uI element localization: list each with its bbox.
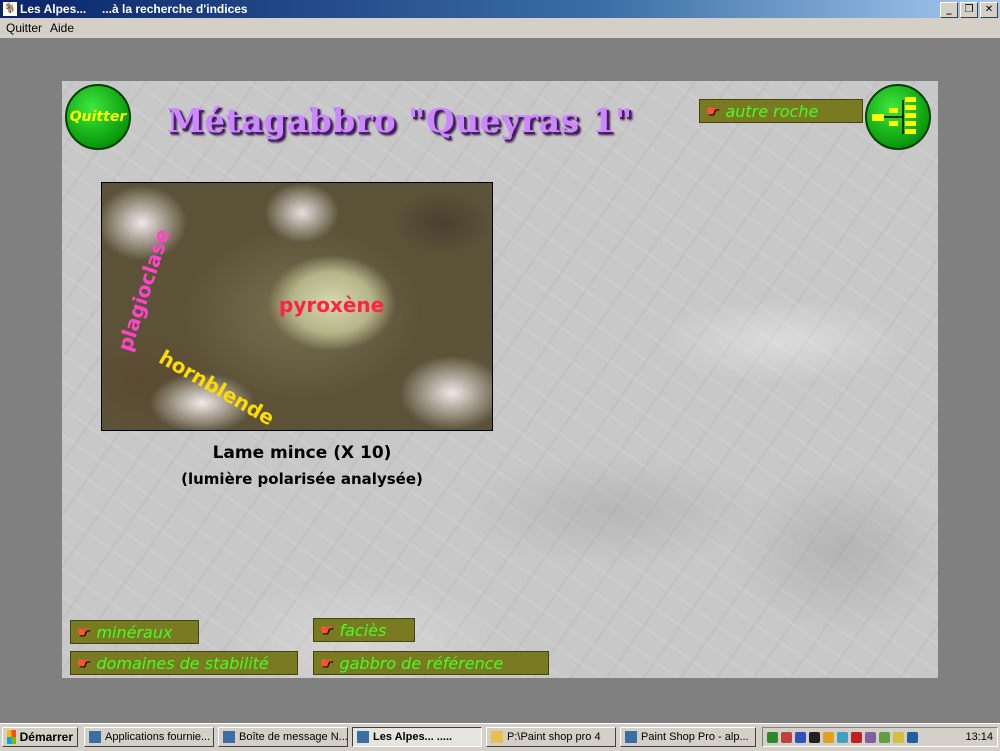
app-icon: 🐐: [3, 2, 17, 16]
tray-icon[interactable]: [809, 731, 820, 743]
clock: 13:14: [965, 731, 993, 743]
start-button[interactable]: Démarrer: [2, 727, 78, 747]
pointing-hand-icon: ☛: [706, 102, 720, 120]
taskbar-item[interactable]: Boîte de message N...: [218, 727, 348, 747]
taskbar-item-label: Boîte de message N...: [239, 731, 348, 743]
taskbar-item-label: Applications fournie...: [105, 731, 211, 743]
reference-gabbro-label: gabbro de référence: [339, 653, 504, 673]
minerals-button[interactable]: ☛ minéraux: [70, 620, 199, 644]
tray-icon[interactable]: [879, 731, 890, 743]
page-title: Métagabbro "Queyras 1": [167, 101, 633, 140]
taskbar: Démarrer Applications fournie... Boîte d…: [0, 723, 1000, 751]
tray-icon[interactable]: [865, 731, 876, 743]
start-label: Démarrer: [19, 730, 73, 744]
menu-bar: Quitter Aide: [0, 18, 1000, 38]
window-controls: _ ❐ ✕: [940, 2, 998, 18]
quit-button[interactable]: Quitter: [65, 84, 131, 150]
tray-icon[interactable]: [837, 731, 848, 743]
window-app-name: Les Alpes...: [20, 2, 87, 16]
image-caption-title: Lame mince (X 10): [212, 443, 392, 463]
taskbar-item-label: Les Alpes... .....: [373, 731, 453, 743]
other-rock-label: autre roche: [725, 101, 819, 121]
taskbar-item-active[interactable]: Les Alpes... .....: [352, 727, 482, 747]
quit-button-label: Quitter: [69, 109, 127, 125]
stability-domains-button[interactable]: ☛ domaines de stabilité: [70, 651, 298, 675]
content-stage: Quitter Métagabbro "Queyras 1" ☛ autre r…: [62, 81, 938, 678]
window-title: ...à la recherche d'indices: [102, 2, 248, 16]
other-rock-button[interactable]: ☛ autre roche: [699, 99, 863, 123]
close-button[interactable]: ✕: [980, 2, 998, 18]
rock-tree-icon: [872, 97, 916, 134]
tray-icon[interactable]: [907, 731, 918, 743]
thin-section-image: plagioclase pyroxène hornblende: [101, 182, 493, 431]
image-caption-subtitle: (lumière polarisée analysée): [181, 470, 423, 488]
minerals-label: minéraux: [96, 622, 173, 642]
pointing-hand-icon: ☛: [77, 654, 91, 672]
pointing-hand-icon: ☛: [320, 621, 334, 639]
menu-aide[interactable]: Aide: [50, 21, 74, 35]
taskbar-item[interactable]: P:\Paint shop pro 4: [486, 727, 616, 747]
taskbar-item-label: P:\Paint shop pro 4: [507, 731, 601, 743]
rock-tree-button[interactable]: [865, 84, 931, 150]
system-tray: 13:14: [762, 727, 998, 747]
label-pyroxene: pyroxène: [279, 293, 385, 317]
taskbar-item[interactable]: Applications fournie...: [84, 727, 214, 747]
tray-icon[interactable]: [795, 731, 806, 743]
app-icon: [89, 731, 101, 743]
taskbar-item-label: Paint Shop Pro - alp...: [641, 731, 749, 743]
windows-logo-icon: [7, 730, 16, 744]
pointing-hand-icon: ☛: [320, 654, 334, 672]
stability-domains-label: domaines de stabilité: [96, 653, 269, 673]
label-hornblende: hornblende: [155, 345, 279, 431]
facies-button[interactable]: ☛ faciès: [313, 618, 415, 642]
app-icon: [223, 731, 235, 743]
app-icon: [357, 731, 369, 743]
label-plagioclase: plagioclase: [112, 225, 175, 355]
reference-gabbro-button[interactable]: ☛ gabbro de référence: [313, 651, 549, 675]
tray-icon[interactable]: [823, 731, 834, 743]
window-titlebar: 🐐 Les Alpes... ...à la recherche d'indic…: [0, 0, 1000, 18]
minimize-button[interactable]: _: [940, 2, 958, 18]
tray-icon[interactable]: [781, 731, 792, 743]
tray-icon[interactable]: [767, 731, 778, 743]
menu-quitter[interactable]: Quitter: [6, 21, 42, 35]
tray-icon[interactable]: [893, 731, 904, 743]
taskbar-item[interactable]: Paint Shop Pro - alp...: [620, 727, 756, 747]
restore-button[interactable]: ❐: [960, 2, 978, 18]
pointing-hand-icon: ☛: [77, 623, 91, 641]
folder-icon: [491, 731, 503, 743]
app-icon: [625, 731, 637, 743]
facies-label: faciès: [339, 620, 387, 640]
tray-icon[interactable]: [851, 731, 862, 743]
